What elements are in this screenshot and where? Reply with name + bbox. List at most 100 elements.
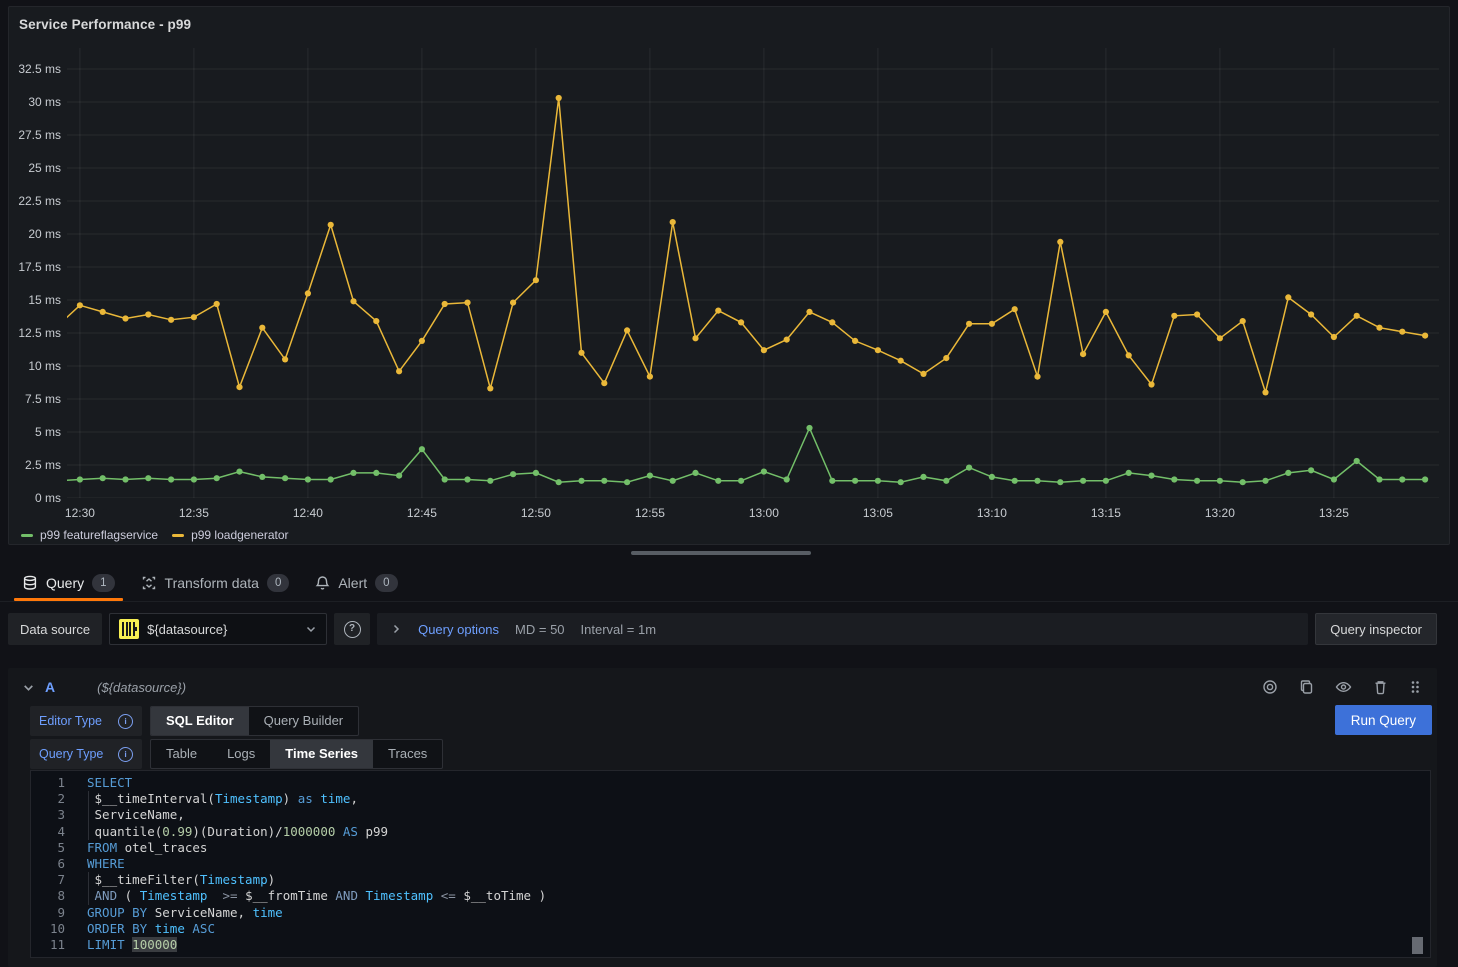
y-axis: 0 ms2.5 ms5 ms7.5 ms10 ms12.5 ms15 ms17.… <box>9 48 61 498</box>
y-axis-label: 17.5 ms <box>9 259 61 275</box>
query-type-group: TableLogsTime SeriesTraces <box>150 739 443 769</box>
datasource-picker[interactable]: ${datasource} <box>109 613 327 645</box>
info-icon[interactable]: i <box>118 714 133 729</box>
tab-alert[interactable]: Alert 0 <box>305 565 407 601</box>
query-actions <box>1262 679 1421 695</box>
y-axis-label: 0 ms <box>9 490 61 506</box>
x-axis-label: 12:35 <box>164 506 224 520</box>
series-points-p99-featureflagservice <box>67 425 1428 485</box>
code-text: $__timeFilter(Timestamp) <box>65 872 275 888</box>
code-line[interactable]: 8 AND ( Timestamp >= $__fromTime AND Tim… <box>31 888 1430 904</box>
y-axis-label: 22.5 ms <box>9 193 61 209</box>
line-number: 8 <box>31 888 65 904</box>
code-text: WHERE <box>65 856 125 872</box>
code-line[interactable]: 6WHERE <box>31 856 1430 872</box>
tab-query[interactable]: Query 1 <box>12 565 125 601</box>
legend-label: p99 loadgenerator <box>191 528 288 542</box>
editor-type-row: Editor Type i SQL EditorQuery Builder <box>30 706 1437 736</box>
grid-lines <box>67 48 1439 498</box>
query-datasource-hint: (${datasource}) <box>97 680 186 695</box>
code-text: AND ( Timestamp >= $__fromTime AND Times… <box>65 888 546 904</box>
editor-scrollbar-thumb[interactable] <box>1412 937 1423 954</box>
trash-icon[interactable] <box>1373 679 1388 695</box>
legend-item-p99-loadgenerator[interactable]: p99 loadgenerator <box>172 528 288 542</box>
sql-code-editor[interactable]: 1SELECT2 $__timeInterval(Timestamp) as t… <box>30 770 1431 958</box>
y-axis-label: 20 ms <box>9 226 61 242</box>
query-type-label-text: Query Type <box>39 747 103 761</box>
legend-item-p99-featureflagservice[interactable]: p99 featureflagservice <box>21 528 158 542</box>
code-line[interactable]: 3 ServiceName, <box>31 807 1430 823</box>
x-axis-label: 13:00 <box>734 506 794 520</box>
chevron-right-icon[interactable] <box>390 623 402 635</box>
code-line[interactable]: 5FROM otel_traces <box>31 840 1430 856</box>
x-axis: 12:3012:3512:4012:4512:5012:5513:0013:05… <box>67 506 1439 522</box>
eye-icon[interactable] <box>1335 679 1352 695</box>
query-editor-card: A (${datasource}) <box>8 668 1437 967</box>
tab-transform-count: 0 <box>267 574 289 592</box>
query-ref-id[interactable]: A <box>45 679 55 695</box>
line-number: 2 <box>31 791 65 807</box>
query-type-logs[interactable]: Logs <box>212 740 270 768</box>
query-type-row: Query Type i TableLogsTime SeriesTraces <box>30 739 1437 769</box>
grafana-panel-editor: Service Performance - p99 0 ms2.5 ms5 ms… <box>0 0 1458 967</box>
x-axis-label: 12:40 <box>278 506 338 520</box>
code-text: ORDER BY time ASC <box>65 921 215 937</box>
y-axis-label: 5 ms <box>9 424 61 440</box>
tab-label: Query <box>46 575 84 591</box>
code-line[interactable]: 1SELECT <box>31 775 1430 791</box>
database-icon <box>22 575 38 591</box>
query-header-row: A (${datasource}) <box>8 668 1437 706</box>
query-inspector-button[interactable]: Query inspector <box>1315 613 1437 645</box>
x-axis-label: 12:45 <box>392 506 452 520</box>
y-axis-label: 32.5 ms <box>9 61 61 77</box>
max-data-points-stat: MD = 50 <box>515 622 565 637</box>
transform-icon <box>141 575 157 591</box>
x-axis-label: 13:05 <box>848 506 908 520</box>
y-axis-label: 30 ms <box>9 94 61 110</box>
y-axis-label: 12.5 ms <box>9 325 61 341</box>
line-number: 6 <box>31 856 65 872</box>
divider <box>0 601 1458 602</box>
datasource-row: Data source ${datasource} ? Query option… <box>8 613 1437 645</box>
tab-label: Transform data <box>165 575 259 591</box>
query-options-bar: Query options MD = 50 Interval = 1m <box>377 613 1308 645</box>
tab-transform-data[interactable]: Transform data 0 <box>131 565 300 601</box>
interval-stat: Interval = 1m <box>581 622 657 637</box>
chart-panel: Service Performance - p99 0 ms2.5 ms5 ms… <box>8 6 1450 545</box>
code-line[interactable]: 4 quantile(0.99)(Duration)/1000000 AS p9… <box>31 824 1430 840</box>
line-number: 11 <box>31 937 65 953</box>
legend: p99 featureflagservice p99 loadgenerator <box>21 528 289 542</box>
series-points-p99-loadgenerator <box>67 95 1428 396</box>
code-text: quantile(0.99)(Duration)/1000000 AS p99 <box>65 824 388 840</box>
code-line[interactable]: 9GROUP BY ServiceName, time <box>31 905 1430 921</box>
info-icon[interactable]: i <box>118 747 133 762</box>
code-line[interactable]: 10ORDER BY time ASC <box>31 921 1430 937</box>
query-type-traces[interactable]: Traces <box>373 740 442 768</box>
x-axis-label: 12:50 <box>506 506 566 520</box>
query-type-table[interactable]: Table <box>151 740 212 768</box>
x-axis-label: 13:15 <box>1076 506 1136 520</box>
chevron-down-icon <box>305 623 317 635</box>
horizontal-scrollbar-thumb[interactable] <box>631 551 811 555</box>
x-axis-label: 12:55 <box>620 506 680 520</box>
run-query-button[interactable]: Run Query <box>1335 705 1432 735</box>
datasource-help-button[interactable]: ? <box>334 613 370 645</box>
code-text: GROUP BY ServiceName, time <box>65 905 283 921</box>
question-circle-icon: ? <box>344 621 361 638</box>
query-options-link[interactable]: Query options <box>418 622 499 637</box>
record-circle-icon[interactable] <box>1262 679 1278 695</box>
code-line[interactable]: 2 $__timeInterval(Timestamp) as time, <box>31 791 1430 807</box>
editor-type-sql-editor[interactable]: SQL Editor <box>151 707 249 735</box>
copy-icon[interactable] <box>1299 679 1314 695</box>
y-axis-label: 15 ms <box>9 292 61 308</box>
query-type-time-series[interactable]: Time Series <box>270 740 373 768</box>
y-axis-label: 2.5 ms <box>9 457 61 473</box>
code-line[interactable]: 11LIMIT 100000 <box>31 937 1430 953</box>
code-line[interactable]: 7 $__timeFilter(Timestamp) <box>31 872 1430 888</box>
editor-type-query-builder[interactable]: Query Builder <box>249 707 358 735</box>
tab-label: Alert <box>338 575 367 591</box>
datasource-label: Data source <box>8 613 102 645</box>
collapse-chevron-icon[interactable] <box>22 681 35 694</box>
code-text: LIMIT 100000 <box>65 937 177 953</box>
drag-handle-icon[interactable] <box>1409 680 1421 694</box>
